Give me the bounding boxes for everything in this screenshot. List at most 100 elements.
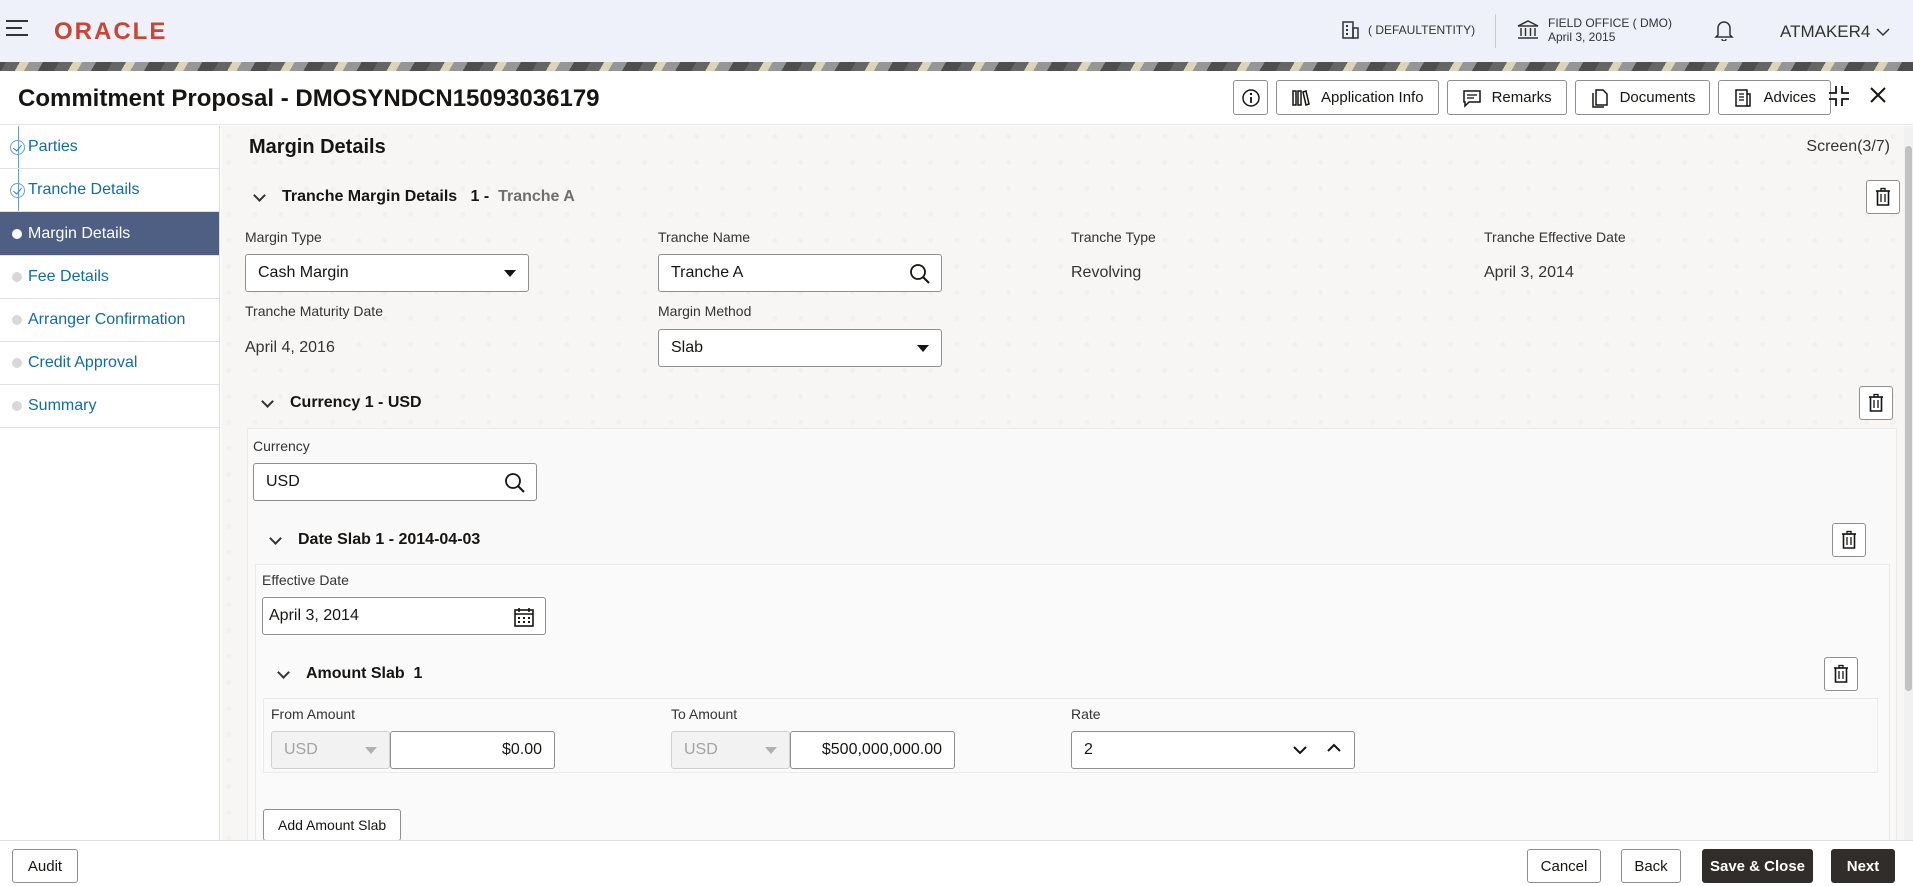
add-amount-slab-button[interactable]: Add Amount Slab	[263, 809, 402, 841]
increment-chevron-up-icon[interactable]	[1326, 742, 1342, 754]
tranche-name-heading: Tranche A	[498, 188, 575, 205]
to-currency-value: USD	[684, 741, 718, 758]
currency-header[interactable]: Currency 1 - USD	[261, 394, 422, 412]
to-amount-label: To Amount	[671, 706, 738, 722]
tranche-type-label: Tranche Type	[1071, 229, 1156, 245]
effective-date-input[interactable]: April 3, 2014	[262, 597, 546, 635]
remarks-label: Remarks	[1491, 89, 1552, 106]
sidebar-item-tranche-details[interactable]: Tranche Details	[0, 169, 219, 212]
tranche-maturity-date-label: Tranche Maturity Date	[245, 303, 383, 319]
footer-bar: Audit Cancel Back Save & Close Next	[0, 840, 1913, 886]
delete-tranche-button[interactable]	[1866, 180, 1900, 214]
sidebar-item-credit-approval[interactable]: Credit Approval	[0, 342, 219, 385]
page-header: Commitment Proposal - DMOSYNDCN150930361…	[0, 71, 1913, 125]
decorative-banner	[0, 62, 1913, 71]
user-name: ATMAKER4	[1780, 22, 1871, 41]
advices-button[interactable]: Advices	[1718, 80, 1831, 115]
sidebar-item-arranger-confirmation[interactable]: Arranger Confirmation	[0, 299, 219, 342]
sidebar-item-label: Summary	[28, 397, 97, 414]
main-content: Margin Details Screen(3/7) Tranche Margi…	[221, 126, 1905, 854]
delete-currency-button[interactable]	[1859, 386, 1893, 420]
from-amount-input[interactable]: $0.00	[390, 731, 555, 769]
to-amount-input[interactable]: $500,000,000.00	[790, 731, 955, 769]
chevron-down-icon	[253, 188, 266, 202]
office-selector[interactable]: FIELD OFFICE ( DMO) April 3, 2015	[1516, 16, 1672, 44]
scrollbar-thumb[interactable]	[1905, 146, 1912, 691]
close-icon[interactable]	[1868, 85, 1888, 105]
chevron-down-icon	[269, 531, 282, 545]
collapse-icon[interactable]	[1828, 85, 1850, 107]
caret-down-icon	[365, 747, 377, 754]
from-currency-value: USD	[284, 741, 318, 758]
delete-amount-slab-button[interactable]	[1824, 657, 1858, 691]
step-dot-icon	[12, 272, 22, 282]
calendar-icon[interactable]	[513, 606, 535, 628]
check-circle-icon	[10, 139, 25, 155]
next-button[interactable]: Next	[1831, 849, 1895, 883]
margin-method-value: Slab	[671, 339, 704, 356]
tranche-margin-header[interactable]: Tranche Margin Details 1 - Tranche A	[253, 188, 575, 206]
tranche-maturity-date-value: April 4, 2016	[245, 339, 335, 356]
building-icon	[1342, 21, 1359, 39]
sidebar-item-summary[interactable]: Summary	[0, 385, 219, 428]
entity-label: ( DEFAULTENTITY)	[1368, 23, 1476, 37]
sidebar-item-label: Fee Details	[28, 268, 109, 285]
from-amount-value: $0.00	[501, 741, 542, 758]
sidebar-item-fee-details[interactable]: Fee Details	[0, 256, 219, 299]
date-slab-title: Date Slab 1 - 2014-04-03	[298, 531, 481, 548]
section-title: Margin Details	[249, 136, 386, 158]
tranche-margin-title: Tranche Margin Details	[282, 188, 458, 205]
margin-type-label: Margin Type	[245, 229, 322, 245]
cancel-button[interactable]: Cancel	[1527, 849, 1601, 883]
user-menu[interactable]: ATMAKER4	[1780, 22, 1890, 42]
train-stop-sidebar: Parties Tranche Details Margin Details F…	[0, 126, 220, 840]
caret-down-icon	[917, 345, 929, 352]
chevron-down-icon	[261, 394, 274, 408]
trash-icon	[1842, 530, 1856, 549]
hamburger-menu-icon[interactable]	[6, 20, 28, 38]
decrement-chevron-down-icon[interactable]	[1292, 744, 1308, 756]
search-icon[interactable]	[909, 263, 931, 285]
rate-stepper[interactable]: 2	[1071, 731, 1355, 769]
screen-counter: Screen(3/7)	[1806, 138, 1890, 155]
divider	[1495, 14, 1496, 48]
audit-button[interactable]: Audit	[12, 849, 78, 883]
amount-slab-header[interactable]: Amount Slab 1	[277, 665, 423, 683]
entity-selector[interactable]: ( DEFAULTENTITY)	[1340, 20, 1475, 40]
margin-type-select[interactable]: Cash Margin	[245, 254, 529, 292]
currency-value: USD	[266, 473, 300, 490]
sidebar-item-label: Arranger Confirmation	[28, 311, 186, 328]
application-info-button[interactable]: Application Info	[1276, 80, 1439, 115]
trash-icon	[1876, 187, 1890, 206]
back-button[interactable]: Back	[1621, 849, 1681, 883]
sidebar-item-parties[interactable]: Parties	[0, 126, 219, 169]
notification-bell-icon[interactable]	[1714, 19, 1734, 41]
tranche-name-label: Tranche Name	[658, 229, 751, 245]
amount-slab-title: Amount Slab 1	[306, 665, 423, 682]
rate-value: 2	[1084, 741, 1093, 758]
delete-date-slab-button[interactable]	[1832, 523, 1866, 557]
bank-icon	[1517, 20, 1539, 39]
remarks-button[interactable]: Remarks	[1446, 80, 1567, 115]
save-close-button[interactable]: Save & Close	[1702, 849, 1813, 883]
search-icon[interactable]	[504, 472, 526, 494]
tranche-effective-date-value: April 3, 2014	[1484, 264, 1574, 281]
office-name: FIELD OFFICE ( DMO)	[1548, 16, 1672, 30]
current-step-dot-icon	[12, 228, 22, 239]
to-amount-value: $500,000,000.00	[821, 741, 942, 758]
info-button[interactable]	[1233, 80, 1268, 115]
sidebar-item-margin-details[interactable]: Margin Details	[0, 212, 219, 256]
margin-method-select[interactable]: Slab	[658, 329, 942, 367]
documents-button[interactable]: Documents	[1574, 80, 1711, 115]
library-icon	[1292, 89, 1310, 106]
step-dot-icon	[12, 358, 22, 368]
tranche-name-input[interactable]: Tranche A	[658, 254, 942, 292]
documents-label: Documents	[1619, 89, 1696, 106]
currency-input[interactable]: USD	[253, 463, 537, 501]
date-slab-header[interactable]: Date Slab 1 - 2014-04-03	[269, 531, 481, 549]
margin-type-value: Cash Margin	[258, 264, 349, 281]
chevron-down-icon	[277, 665, 290, 679]
step-dot-icon	[12, 401, 22, 411]
effective-date-label: Effective Date	[262, 572, 349, 588]
vertical-scrollbar[interactable]	[1904, 126, 1913, 840]
